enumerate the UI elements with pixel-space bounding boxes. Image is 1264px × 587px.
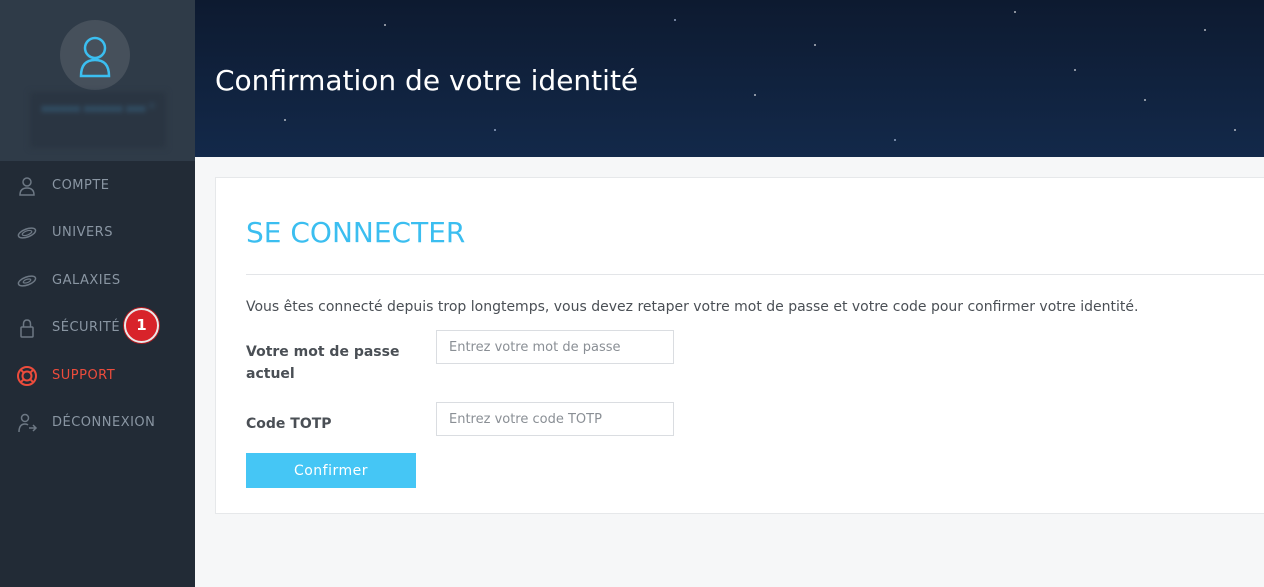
username-text: •••••• •••••• ••• ˅ <box>41 103 155 116</box>
user-avatar-icon <box>79 36 111 78</box>
divider <box>246 274 1264 275</box>
page-header: Confirmation de votre identité <box>195 0 1264 157</box>
sidebar-item-label: COMPTE <box>52 177 110 193</box>
sidebar-item-galaxies[interactable]: GALAXIES <box>0 260 195 300</box>
sidebar-item-label: DÉCONNEXION <box>52 414 156 430</box>
totp-input[interactable] <box>436 402 674 436</box>
sidebar-item-compte[interactable]: COMPTE <box>0 165 195 205</box>
password-label: Votre mot de passe actuel <box>246 344 400 382</box>
page-title: Confirmation de votre identité <box>215 64 639 97</box>
sidebar-item-securite[interactable]: SÉCURITÉ 1 <box>0 307 195 347</box>
avatar[interactable] <box>60 20 130 90</box>
sidebar-item-label: SUPPORT <box>52 367 116 383</box>
totp-label: Code TOTP <box>246 416 332 432</box>
sidebar-item-label: SÉCURITÉ <box>52 319 121 335</box>
galaxy-icon <box>17 275 37 287</box>
sidebar-item-univers[interactable]: UNIVERS <box>0 212 195 252</box>
user-icon <box>19 177 35 196</box>
notification-badge: 1 <box>124 308 159 343</box>
login-card: SE CONNECTER Vous êtes connecté depuis t… <box>215 177 1264 514</box>
sidebar-item-support[interactable]: SUPPORT <box>0 355 195 395</box>
info-message: Vous êtes connecté depuis trop longtemps… <box>246 299 1139 315</box>
sidebar-item-label: GALAXIES <box>52 272 121 288</box>
profile-panel: •••••• •••••• ••• ˅ <box>0 0 195 161</box>
sidebar-item-deconnexion[interactable]: DÉCONNEXION <box>0 402 195 442</box>
lifebuoy-icon <box>17 366 37 386</box>
username-dropdown[interactable]: •••••• •••••• ••• ˅ <box>30 92 166 148</box>
password-input[interactable] <box>436 330 674 364</box>
lock-icon <box>20 319 34 338</box>
sidebar: •••••• •••••• ••• ˅ COMPTE UNIVERS GALAX… <box>0 0 195 587</box>
logout-icon <box>18 413 38 433</box>
galaxy-icon <box>17 227 37 239</box>
confirm-button[interactable]: Confirmer <box>246 453 416 488</box>
card-title: SE CONNECTER <box>246 216 466 249</box>
sidebar-item-label: UNIVERS <box>52 224 113 240</box>
